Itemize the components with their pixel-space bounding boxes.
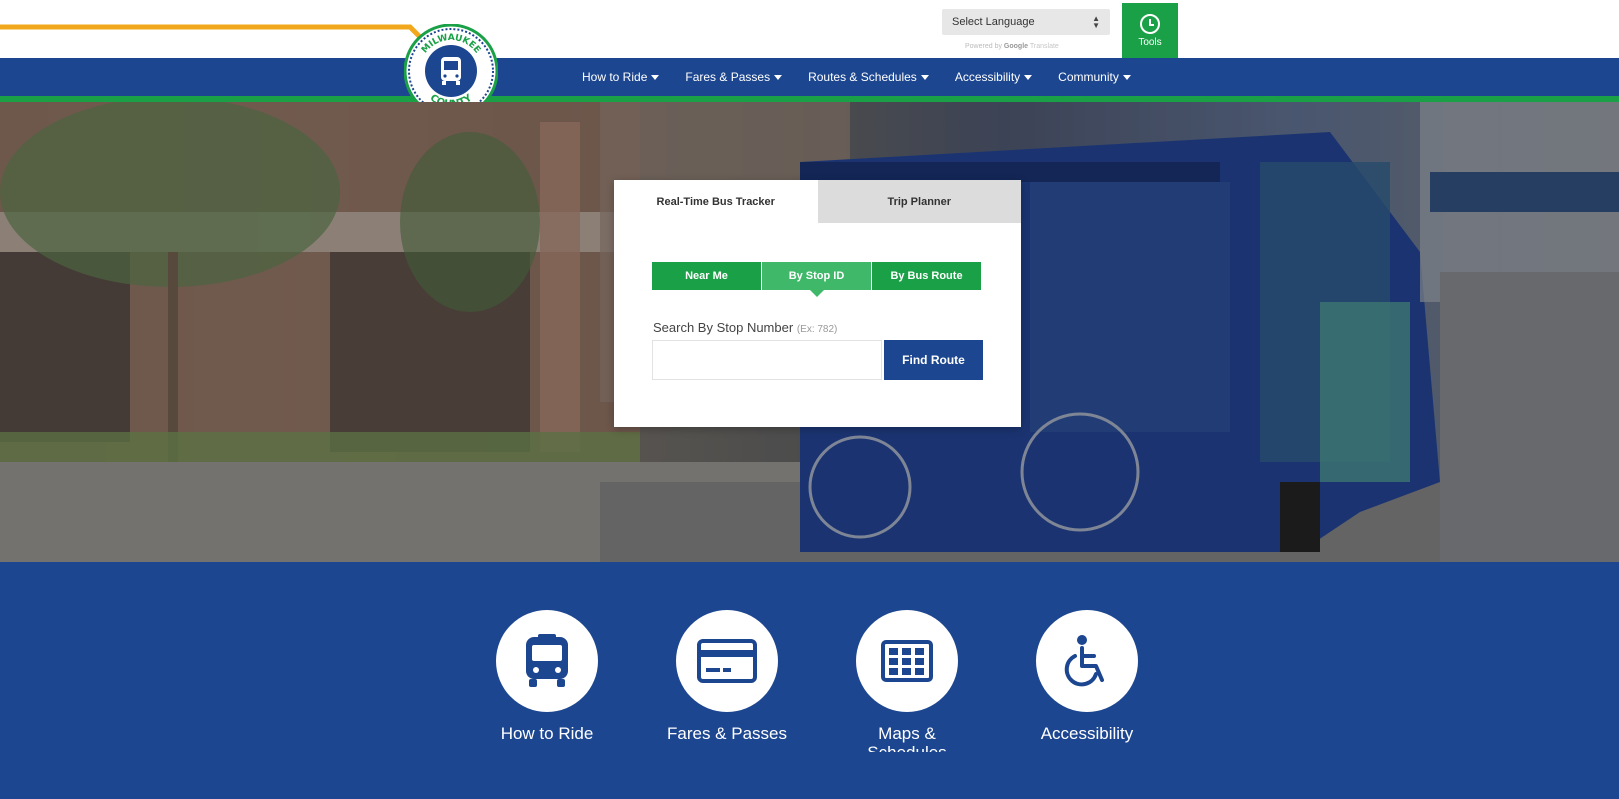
bus-tracker-widget: Real-Time Bus Tracker Trip Planner Near … — [614, 180, 1021, 427]
nav-item-label: Accessibility — [954, 70, 1021, 84]
mode-near-me-button[interactable]: Near Me — [652, 262, 762, 290]
mode-by-bus-route-button[interactable]: By Bus Route — [872, 262, 981, 290]
tab-label: Real-Time Bus Tracker — [656, 195, 775, 208]
quick-link-fares-passes[interactable]: Fares & Passes — [652, 610, 802, 743]
select-arrows-icon: ▲ ▼ — [1092, 14, 1100, 30]
quick-link-how-to-ride[interactable]: How to Ride — [472, 610, 622, 743]
caret-down-icon — [1122, 74, 1131, 80]
tab-label: Trip Planner — [887, 195, 952, 208]
quick-link-maps-schedules[interactable]: Maps & Schedules — [832, 610, 982, 752]
caret-down-icon — [774, 74, 783, 80]
search-mode-selector: Near Me By Stop ID By Bus Route — [652, 262, 981, 297]
caret-down-icon — [1024, 74, 1033, 80]
nav-item-community[interactable]: Community — [1058, 70, 1131, 84]
quick-link-label: Maps & Schedules — [867, 724, 946, 752]
wheelchair-icon — [1036, 610, 1138, 712]
stop-number-example: (Ex: 782) — [796, 324, 838, 335]
clock-icon — [1140, 14, 1160, 34]
stop-number-label-text: Search By Stop Number — [653, 320, 794, 335]
bus-front-icon — [496, 610, 598, 712]
schedule-grid-icon — [856, 610, 958, 712]
nav-item-how-to-ride[interactable]: How to Ride — [582, 70, 660, 84]
caret-down-icon — [651, 74, 660, 80]
nav-item-label: How to Ride — [582, 70, 648, 84]
nav-item-label: Community — [1058, 70, 1119, 84]
tools-button[interactable]: Tools — [1122, 3, 1178, 59]
bus-icon — [441, 57, 461, 85]
language-select[interactable]: Select Language ▲ ▼ — [942, 9, 1110, 35]
quick-links-section: How to Ride Fares & Passes Maps & Access… — [0, 562, 1619, 799]
tab-trip-planner[interactable]: Trip Planner — [817, 180, 1021, 223]
google-brand-text: Google — [1003, 43, 1029, 50]
nav-item-fares-passes[interactable]: Fares & Passes — [685, 70, 783, 84]
quick-link-label: How to Ride — [500, 724, 594, 743]
nav-item-label: Fares & Passes — [685, 70, 771, 84]
nav-item-routes-schedules[interactable]: Routes & Schedules — [808, 70, 929, 84]
google-translate-credit[interactable]: Powered by Google Translate — [965, 43, 1059, 50]
stop-number-input[interactable] — [652, 340, 882, 380]
language-select-label: Select Language — [952, 16, 1035, 28]
top-bar: Select Language ▲ ▼ Powered by Google Tra… — [0, 0, 1619, 59]
quick-link-accessibility[interactable]: Accessibility — [1012, 610, 1162, 743]
quick-link-label: Accessibility — [1040, 724, 1134, 743]
caret-down-icon — [920, 74, 929, 80]
nav-item-label: Routes & Schedules — [808, 70, 917, 84]
quick-link-label-clip: Maps & Schedules — [832, 712, 982, 752]
widget-tabs: Real-Time Bus Tracker Trip Planner — [614, 180, 1021, 223]
tools-label: Tools — [1138, 37, 1162, 48]
powered-by-text: Powered by — [965, 43, 1002, 50]
stop-number-label: Search By Stop Number (Ex: 782) — [653, 320, 837, 335]
find-route-button[interactable]: Find Route — [884, 340, 983, 380]
mode-by-stop-id-button[interactable]: By Stop ID — [762, 262, 872, 297]
tab-real-time-bus-tracker[interactable]: Real-Time Bus Tracker — [614, 180, 818, 223]
quick-link-label: Fares & Passes — [667, 724, 787, 743]
nav-item-accessibility[interactable]: Accessibility — [954, 70, 1033, 84]
fare-card-icon — [676, 610, 778, 712]
nav-menu: How to Ride Fares & Passes Routes & Sche… — [582, 58, 1131, 96]
translate-text: Translate — [1029, 43, 1059, 50]
